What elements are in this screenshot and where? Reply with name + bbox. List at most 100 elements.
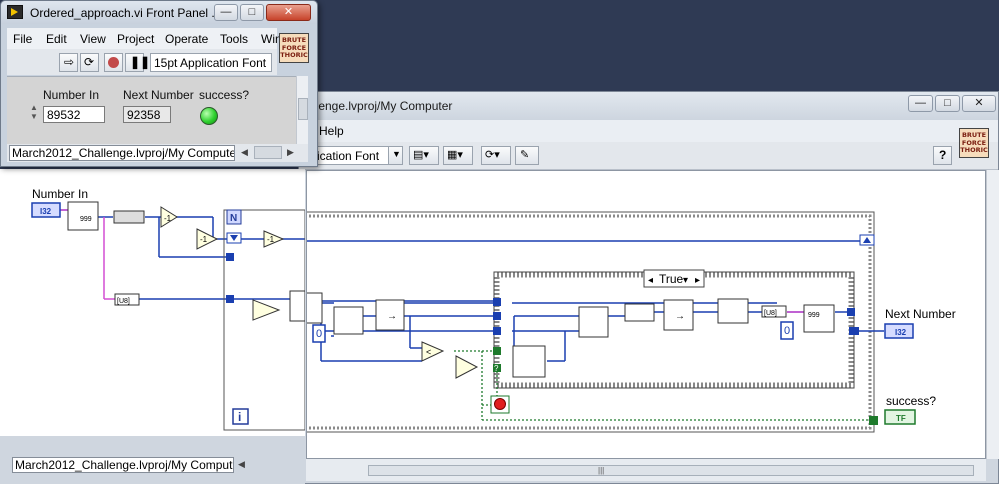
reorder-button[interactable]: ⟳▾ — [481, 146, 511, 165]
horizontal-scrollbar-thumb[interactable] — [254, 146, 282, 159]
number-in-label: Number In — [43, 88, 100, 102]
search-array-node[interactable] — [512, 345, 546, 378]
font-selector[interactable]: 15pt Application Font — [150, 53, 272, 72]
case-dropdown-arrow[interactable]: ▾ — [683, 275, 688, 286]
help-question-icon: ? — [939, 148, 947, 162]
case-prev-arrow[interactable]: ◂ — [648, 275, 653, 286]
case-tunnel[interactable] — [847, 308, 855, 316]
success-label: success? — [199, 88, 250, 102]
next-number-terminal-type: I32 — [895, 328, 907, 337]
vertical-scrollbar[interactable] — [986, 170, 999, 459]
maximize-button[interactable]: □ — [240, 4, 264, 21]
context-help-button[interactable]: ? — [933, 146, 952, 165]
tunnel[interactable] — [226, 295, 234, 303]
front-panel-title-bar[interactable]: Ordered_approach.vi Front Panel ... — □ … — [1, 1, 317, 24]
menu-file[interactable]: File — [13, 32, 32, 46]
byte-array-glyph: [U8] — [764, 310, 777, 317]
scroll-left-arrow-icon[interactable]: ◀ — [241, 147, 248, 158]
menu-operate[interactable]: Operate — [165, 32, 208, 46]
array-subset-node[interactable] — [307, 292, 323, 324]
pause-button[interactable]: ❚❚ — [125, 53, 150, 72]
scroll-grip-icon: ||| — [598, 466, 605, 475]
tunnel[interactable] — [869, 416, 878, 425]
tunnel[interactable] — [226, 253, 234, 261]
number-in-increment-decrement[interactable]: ▲ ▼ — [30, 103, 42, 123]
scan-string-glyph: 999 — [808, 312, 820, 319]
array-subset-node[interactable] — [289, 290, 305, 322]
numeric-constant-value: 0 — [316, 328, 322, 340]
case-tunnel[interactable] — [493, 327, 501, 335]
minimize-icon: — — [915, 97, 926, 109]
next-number-label: Next Number — [123, 88, 194, 102]
number-in-label: Number In — [32, 187, 88, 201]
decrement-glyph: -1 — [267, 235, 275, 244]
close-icon: ✕ — [974, 97, 984, 109]
font-dropdown-button[interactable]: ▼ — [388, 146, 403, 165]
align-objects-button[interactable]: ▤▾ — [409, 146, 439, 165]
chevron-down-icon: ▼ — [392, 149, 401, 159]
front-panel-title: Ordered_approach.vi Front Panel ... — [30, 6, 222, 20]
vi-icon: BRUTE FORCE THORIC — [959, 128, 989, 158]
close-button[interactable]: ✕ — [962, 95, 996, 112]
block-diagram-menubar: Help — [299, 120, 998, 142]
run-button[interactable]: ⇨ — [59, 53, 78, 72]
string-to-bytes-node[interactable] — [113, 210, 145, 224]
case-selector-label: True — [659, 272, 684, 286]
horizontal-scrollbar[interactable] — [368, 465, 974, 476]
insert-array-node[interactable] — [624, 303, 655, 322]
loop-count-label: N — [230, 213, 237, 224]
distribute-objects-button[interactable]: ▦▾ — [443, 146, 473, 165]
diagram-svg: N i ◂ True ▾ ▸ — [307, 211, 956, 433]
minimize-button[interactable]: — — [214, 4, 238, 21]
maximize-icon: □ — [248, 6, 256, 18]
subtract-node[interactable] — [252, 299, 281, 321]
diagram-left-svg: I32 Number In 999 -1 -1 -1 [U8] N i — [31, 187, 305, 431]
case-tunnel[interactable] — [493, 312, 501, 320]
tunnel[interactable] — [849, 327, 859, 335]
front-panel-canvas[interactable]: Number In ▲ ▼ 89532 Next Number 92358 su… — [7, 76, 296, 145]
front-panel-status-bar: March2012_Challenge.lvproj/My Computer ◀… — [7, 144, 308, 162]
maximize-button[interactable]: □ — [935, 95, 960, 112]
decrement-arrow-icon[interactable]: ▼ — [30, 112, 42, 121]
case-next-arrow[interactable]: ▸ — [695, 275, 700, 286]
cleanup-diagram-button[interactable]: ✎ — [515, 146, 539, 165]
rotate-array-glyph: → — [675, 311, 685, 322]
array-subset-node[interactable] — [333, 306, 364, 335]
increment-arrow-icon[interactable]: ▲ — [30, 103, 42, 112]
menu-view[interactable]: View — [80, 32, 106, 46]
case-tunnel[interactable] — [493, 298, 501, 306]
run-continuously-button[interactable]: ⟳ — [80, 53, 99, 72]
menu-edit[interactable]: Edit — [46, 32, 67, 46]
vi-icon-line: THORIC — [960, 146, 988, 154]
block-diagram-window: llenge.lvproj/My Computer — □ ✕ Help ica… — [20, 91, 999, 484]
scrollbar-thumb[interactable] — [298, 98, 308, 120]
next-number-label: Next Number — [885, 307, 956, 321]
block-diagram-status-bar: ||| — [20, 459, 986, 481]
align-objects-icon: ▤▾ — [413, 149, 429, 161]
number-in-control[interactable]: 89532 — [43, 106, 105, 123]
menu-help[interactable]: Help — [319, 124, 344, 138]
diagram-canvas[interactable]: N i ◂ True ▾ ▸ — [306, 170, 986, 459]
close-button[interactable]: ✕ — [266, 4, 311, 21]
block-diagram-title-bar[interactable]: llenge.lvproj/My Computer — □ ✕ — [299, 92, 998, 120]
front-panel-toolbar: ⇨ ⟳ ❚❚ 15pt Application Font — [7, 49, 277, 75]
menu-tools[interactable]: Tools — [220, 32, 248, 46]
menu-project[interactable]: Project — [117, 32, 154, 46]
labview-app-icon[interactable] — [7, 5, 23, 19]
minimize-button[interactable]: — — [908, 95, 933, 112]
scroll-right-arrow-icon[interactable]: ▶ — [287, 147, 294, 158]
case-tunnel[interactable] — [493, 347, 501, 355]
number-in-terminal-type: I32 — [40, 207, 52, 216]
byte-array-glyph: [U8] — [117, 298, 130, 305]
scroll-left-arrow-icon[interactable]: ◀ — [238, 459, 245, 470]
font-selector-value: 15pt Application Font — [154, 56, 267, 70]
front-panel-menubar: File Edit View Project Operate Tools Win — [7, 28, 282, 49]
rotate-array-glyph: → — [387, 311, 397, 322]
vertical-scrollbar[interactable] — [296, 76, 308, 144]
array-subset-node[interactable] — [578, 306, 609, 338]
cleanup-icon: ✎ — [520, 149, 530, 161]
maximize-icon: □ — [944, 97, 951, 109]
build-array-node[interactable] — [717, 298, 749, 324]
abort-icon — [108, 57, 119, 68]
abort-button[interactable] — [104, 53, 123, 72]
